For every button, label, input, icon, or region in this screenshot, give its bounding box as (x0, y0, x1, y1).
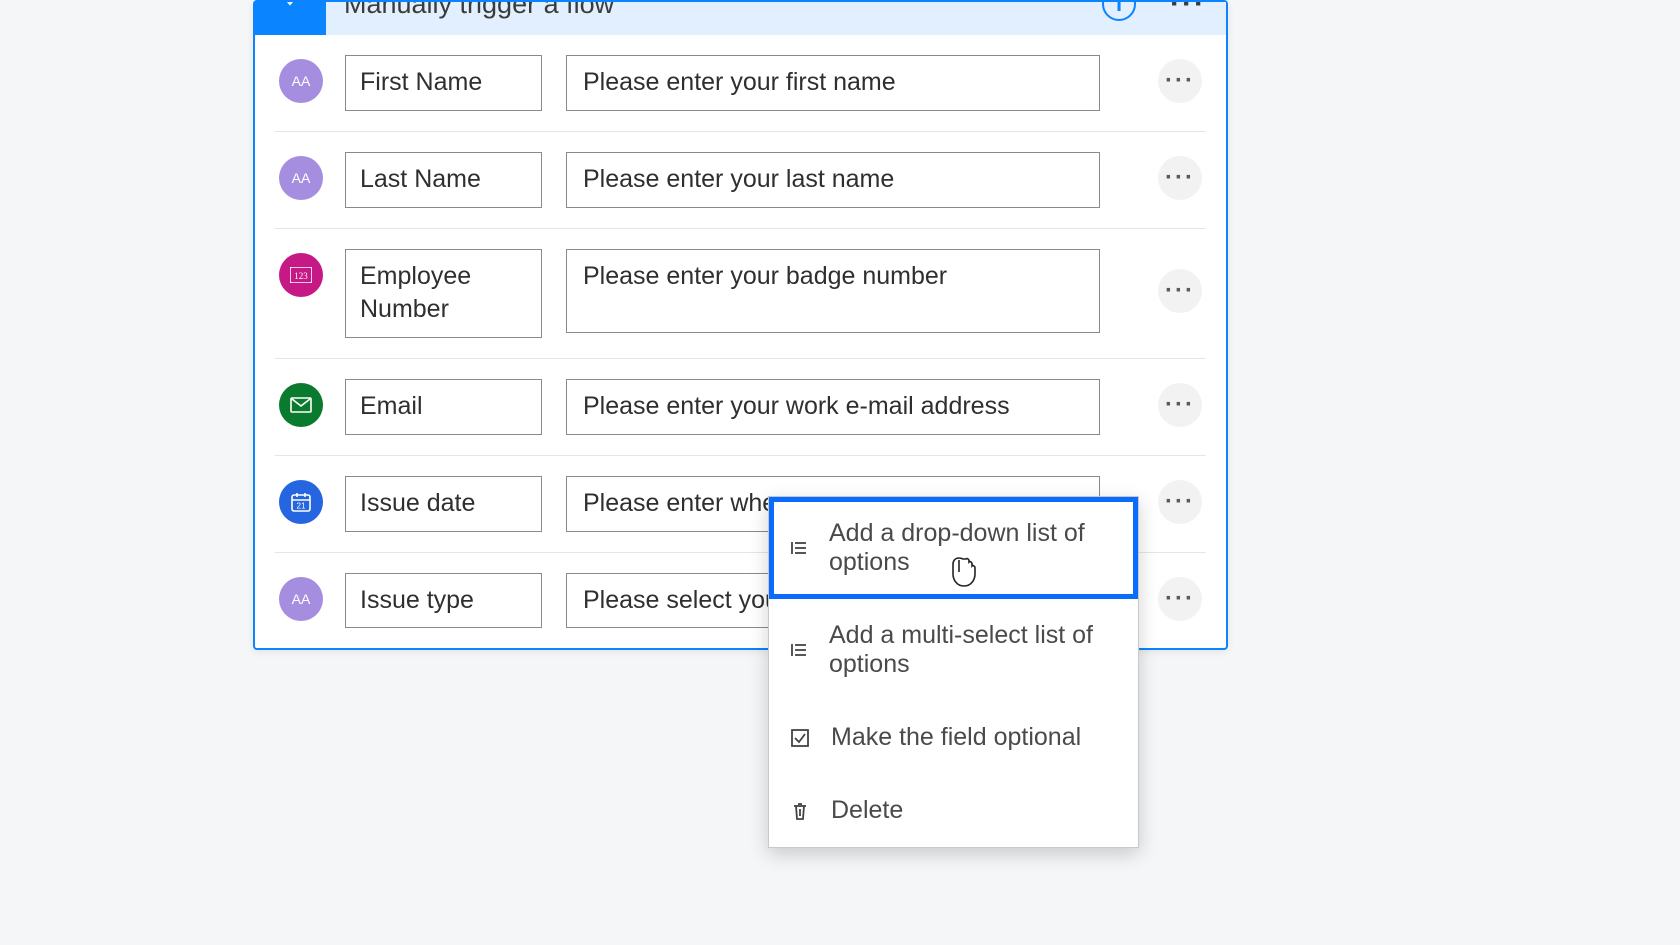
field-more-icon[interactable]: ··· (1158, 156, 1202, 200)
list-icon (789, 538, 809, 558)
text-type-icon: AA (279, 156, 323, 200)
number-type-icon: 123 (279, 253, 323, 297)
field-context-menu: Add a drop-down list of options Add a mu… (768, 496, 1139, 848)
email-type-icon (279, 383, 323, 427)
menu-make-optional[interactable]: Make the field optional (769, 701, 1138, 774)
info-icon[interactable]: i (1102, 2, 1136, 21)
list-icon (789, 640, 809, 660)
menu-label: Add a multi-select list of options (829, 621, 1118, 679)
field-row: Email Please enter your work e-mail addr… (275, 359, 1206, 456)
field-label-input[interactable]: Last Name (345, 152, 542, 208)
text-type-icon: AA (279, 59, 323, 103)
text-type-icon: AA (279, 577, 323, 621)
checkbox-icon (789, 728, 811, 748)
menu-delete[interactable]: Delete (769, 774, 1138, 847)
menu-add-dropdown[interactable]: Add a drop-down list of options (769, 497, 1138, 599)
field-more-icon[interactable]: ··· (1158, 480, 1202, 524)
menu-add-multiselect[interactable]: Add a multi-select list of options (769, 599, 1138, 701)
svg-text:21: 21 (297, 501, 306, 510)
date-type-icon: 21 (279, 480, 323, 524)
field-placeholder-input[interactable]: Please enter your last name (566, 152, 1100, 208)
card-more-icon[interactable]: ··· (1170, 2, 1206, 21)
card-header: Manually trigger a flow i ··· (255, 2, 1226, 35)
field-placeholder-input[interactable]: Please enter your badge number (566, 249, 1100, 333)
field-label-input[interactable]: Issue date (345, 476, 542, 532)
menu-label: Delete (831, 796, 903, 825)
field-more-icon[interactable]: ··· (1158, 269, 1202, 313)
menu-label: Make the field optional (831, 723, 1081, 752)
field-placeholder-input[interactable]: Please enter your first name (566, 55, 1100, 111)
field-more-icon[interactable]: ··· (1158, 59, 1202, 103)
field-more-icon[interactable]: ··· (1158, 383, 1202, 427)
trigger-icon (255, 2, 326, 35)
field-label-input[interactable]: Employee Number (345, 249, 542, 339)
trash-icon (789, 801, 811, 821)
field-label-input[interactable]: Email (345, 379, 542, 435)
field-label-input[interactable]: First Name (345, 55, 542, 111)
menu-label: Add a drop-down list of options (829, 519, 1118, 577)
svg-text:123: 123 (294, 271, 308, 281)
field-placeholder-input[interactable]: Please enter your work e-mail address (566, 379, 1100, 435)
field-row: 123 Employee Number Please enter your ba… (275, 229, 1206, 360)
field-row: AA Last Name Please enter your last name… (275, 132, 1206, 229)
field-more-icon[interactable]: ··· (1158, 577, 1202, 621)
card-title: Manually trigger a flow (326, 2, 1102, 20)
field-row: AA First Name Please enter your first na… (275, 35, 1206, 132)
field-label-input[interactable]: Issue type (345, 573, 542, 629)
